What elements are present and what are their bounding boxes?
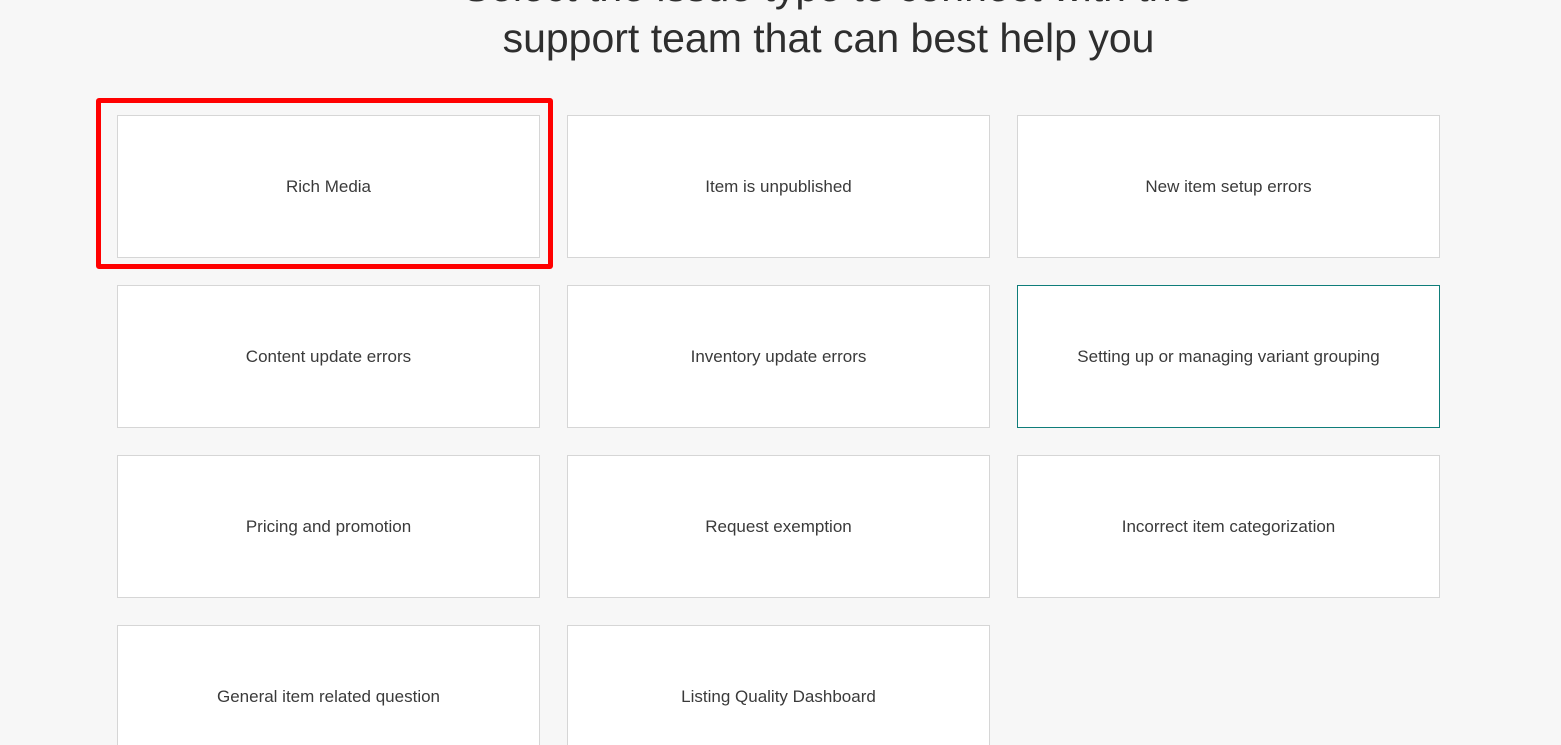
option-label: Request exemption (705, 516, 852, 536)
option-label: Listing Quality Dashboard (681, 686, 876, 706)
page-heading: Select the issue type to connect with th… (0, 0, 1561, 80)
issue-type-grid: Rich Media Item is unpublished New item … (117, 115, 1440, 745)
option-pricing-and-promotion[interactable]: Pricing and promotion (117, 455, 540, 598)
option-rich-media[interactable]: Rich Media (117, 115, 540, 258)
option-label: Pricing and promotion (245, 516, 412, 536)
option-listing-quality-dashboard[interactable]: Listing Quality Dashboard (567, 625, 990, 745)
option-item-unpublished[interactable]: Item is unpublished (567, 115, 990, 258)
option-label: General item related question (216, 686, 441, 706)
option-inventory-update-errors[interactable]: Inventory update errors (567, 285, 990, 428)
option-label: Incorrect item categorization (1121, 516, 1336, 536)
option-incorrect-item-categorization[interactable]: Incorrect item categorization (1017, 455, 1440, 598)
option-request-exemption[interactable]: Request exemption (567, 455, 990, 598)
option-label: Inventory update errors (690, 346, 867, 366)
option-label: Item is unpublished (705, 176, 852, 196)
option-new-item-setup-errors[interactable]: New item setup errors (1017, 115, 1440, 258)
option-variant-grouping[interactable]: Setting up or managing variant grouping (1017, 285, 1440, 428)
option-label: Setting up or managing variant grouping (1077, 346, 1380, 366)
heading-line-partial: Select the issue type to connect with th… (0, 0, 1561, 11)
option-content-update-errors[interactable]: Content update errors (117, 285, 540, 428)
option-label: Rich Media (285, 176, 372, 196)
page: Select the issue type to connect with th… (0, 0, 1561, 745)
option-general-item-question[interactable]: General item related question (117, 625, 540, 745)
heading-line-main: support team that can best help you (502, 15, 1155, 61)
option-label: Content update errors (245, 346, 412, 366)
option-label: New item setup errors (1145, 176, 1312, 196)
